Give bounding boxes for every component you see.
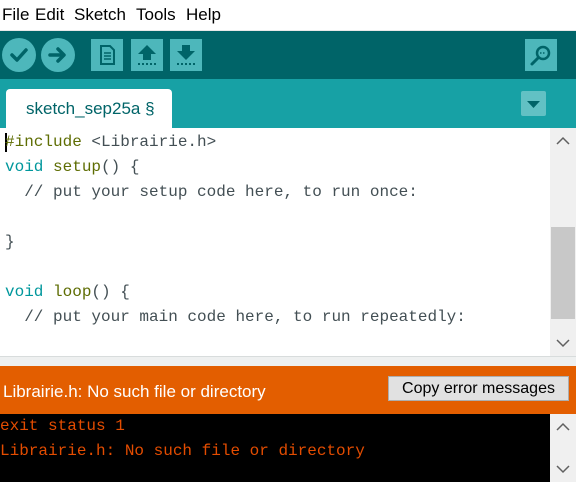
upload-button[interactable] (41, 38, 75, 72)
code-line: // put your main code here, to run repea… (5, 308, 466, 326)
scroll-up-icon[interactable] (550, 414, 576, 440)
arrow-down-icon (177, 45, 195, 65)
code-line: } (5, 233, 15, 251)
copy-error-messages-button[interactable]: Copy error messages (388, 376, 569, 401)
verify-button[interactable] (2, 38, 36, 72)
code-token: void (5, 283, 44, 301)
console-line: exit status 1 (0, 417, 125, 435)
code-token: #include (5, 133, 82, 151)
toolbar (0, 31, 576, 79)
menu-file[interactable]: File (2, 5, 29, 25)
new-document-icon (100, 45, 115, 65)
code-line: #include <Librairie.h> (5, 130, 466, 155)
scroll-down-icon[interactable] (550, 456, 576, 482)
code-line: // put your setup code here, to run once… (5, 183, 418, 201)
verify-icon (10, 48, 28, 62)
save-button[interactable] (170, 39, 202, 71)
menu-tools[interactable]: Tools (136, 5, 176, 25)
chevron-down-icon (527, 101, 540, 108)
menu-help[interactable]: Help (186, 5, 221, 25)
console-output: exit status 1 Librairie.h: No such file o… (0, 414, 576, 482)
code-text: #include <Librairie.h> void setup() { // … (5, 130, 466, 330)
code-token: loop (53, 283, 92, 301)
arrow-up-icon (138, 45, 156, 65)
code-editor[interactable]: #include <Librairie.h> void setup() { // … (0, 128, 576, 356)
code-line: void setup() { (5, 155, 466, 180)
code-token: () { (91, 283, 130, 301)
menu-sketch[interactable]: Sketch (74, 5, 126, 25)
tab-sketch[interactable]: sketch_sep25a § (6, 89, 172, 128)
console-scrollbar[interactable] (550, 414, 576, 482)
menu-edit[interactable]: Edit (35, 5, 64, 25)
open-button[interactable] (131, 39, 163, 71)
editor-scroll-thumb[interactable] (551, 227, 575, 319)
code-token: () { (101, 158, 140, 176)
tab-bar: sketch_sep25a § (0, 79, 576, 128)
scroll-up-icon[interactable] (550, 128, 576, 154)
code-token: void (5, 158, 44, 176)
upload-arrow-icon (48, 47, 66, 63)
tab-label: sketch_sep25a § (26, 99, 155, 118)
editor-scrollbar[interactable] (550, 128, 576, 356)
pane-divider[interactable] (0, 356, 576, 366)
menu-bar: File Edit Sketch Tools Help (0, 0, 576, 31)
code-token: setup (53, 158, 102, 176)
code-token: <Librairie.h> (81, 133, 217, 151)
error-message: Librairie.h: No such file or directory (3, 382, 266, 401)
console-line: Librairie.h: No such file or directory (0, 442, 365, 460)
scroll-down-icon[interactable] (550, 330, 576, 356)
error-status-bar: Librairie.h: No such file or directory C… (0, 366, 576, 414)
code-line: void loop() { (5, 280, 466, 305)
new-sketch-button[interactable] (91, 39, 123, 71)
serial-monitor-button[interactable] (525, 39, 557, 71)
console-text: exit status 1 Librairie.h: No such file o… (0, 414, 365, 464)
magnifier-icon (530, 45, 551, 66)
tab-menu-button[interactable] (521, 91, 546, 116)
